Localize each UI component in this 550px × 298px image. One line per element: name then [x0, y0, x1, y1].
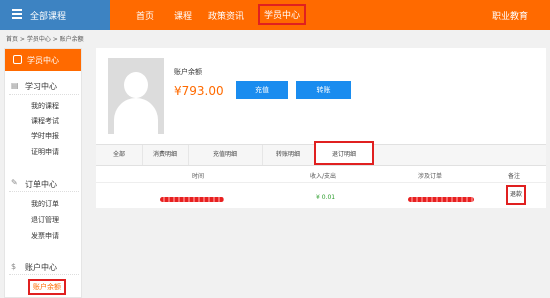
divider: [9, 191, 79, 192]
breadcrumb: 首页 > 学员中心 > 账户余额: [6, 36, 84, 43]
avatar-body-shape: [114, 98, 158, 134]
section-account-center: 账户中心: [25, 263, 57, 272]
sidebar-item-hours-declaration[interactable]: 学时申报: [31, 131, 59, 141]
redacted-order: [408, 197, 474, 202]
transactions-table: 时间 收入/支出 涉及订单 备注 ¥ 0.01 退款: [96, 166, 546, 208]
student-center-icon: [13, 55, 22, 64]
tab-recharge[interactable]: 充值明细: [188, 145, 263, 165]
detail-tabs: 全部 消费明细 充值明细 转账明细 退订明细: [96, 141, 546, 166]
column-header-amount: 收入/支出: [310, 173, 337, 180]
divider: [96, 182, 546, 183]
brand-link[interactable]: 职业教育: [492, 9, 528, 22]
column-header-remark: 备注: [508, 173, 521, 180]
row-amount: ¥ 0.01: [316, 194, 336, 201]
tab-consumption[interactable]: 消费明细: [142, 145, 189, 165]
avatar: [108, 58, 164, 134]
balance-card: 账户余额 ¥793.00 充值 转账: [96, 48, 546, 144]
tab-refund[interactable]: 退订明细: [314, 141, 374, 165]
refund-link[interactable]: 退款: [506, 185, 526, 205]
divider: [9, 274, 79, 275]
edit-icon: ✎: [11, 178, 18, 187]
sidebar-header: 学员中心: [5, 49, 81, 71]
section-learning-center: 学习中心: [25, 82, 57, 91]
sidebar-title: 学员中心: [27, 56, 59, 65]
sidebar-item-refund-management[interactable]: 退订管理: [31, 215, 59, 225]
sidebar-item-account-balance[interactable]: 账户余额: [28, 279, 66, 295]
currency-icon: $: [11, 262, 17, 271]
tab-all[interactable]: 全部: [96, 145, 143, 165]
column-header-order: 涉及订单: [418, 173, 443, 180]
menu-list-icon: [12, 9, 22, 20]
nav-courses[interactable]: 课程: [174, 9, 192, 22]
avatar-head-shape: [124, 72, 148, 98]
nav-policy-news[interactable]: 政策资讯: [208, 9, 244, 22]
sidebar-item-my-courses[interactable]: 我的课程: [31, 101, 59, 111]
redacted-time: [160, 197, 224, 202]
section-order-center: 订单中心: [25, 180, 57, 189]
transfer-button[interactable]: 转账: [296, 81, 351, 99]
nav-home[interactable]: 首页: [136, 9, 154, 22]
divider: [9, 94, 79, 95]
balance-amount: ¥793.00: [174, 84, 224, 98]
top-nav-bar: 全部课程 首页 课程 政策资讯 学员中心 职业教育: [0, 0, 550, 30]
sidebar-item-invoice-request[interactable]: 发票申请: [31, 231, 59, 241]
sidebar-item-course-exam[interactable]: 课程考试: [31, 116, 59, 126]
recharge-button[interactable]: 充值: [236, 81, 288, 99]
column-header-time: 时间: [192, 173, 205, 180]
all-courses-menu[interactable]: 全部课程: [0, 0, 110, 30]
book-icon: ▤: [11, 81, 19, 90]
tab-transfer[interactable]: 转账明细: [262, 145, 315, 165]
balance-title: 账户余额: [174, 68, 202, 76]
sidebar-item-my-orders[interactable]: 我的订单: [31, 199, 59, 209]
sidebar-item-certificate-request[interactable]: 证明申请: [31, 147, 59, 157]
sidebar: 学员中心 ▤ 学习中心 我的课程 课程考试 学时申报 证明申请 ✎ 订单中心 我…: [4, 48, 82, 298]
nav-student-center[interactable]: 学员中心: [258, 4, 307, 25]
all-courses-label: 全部课程: [30, 12, 67, 22]
